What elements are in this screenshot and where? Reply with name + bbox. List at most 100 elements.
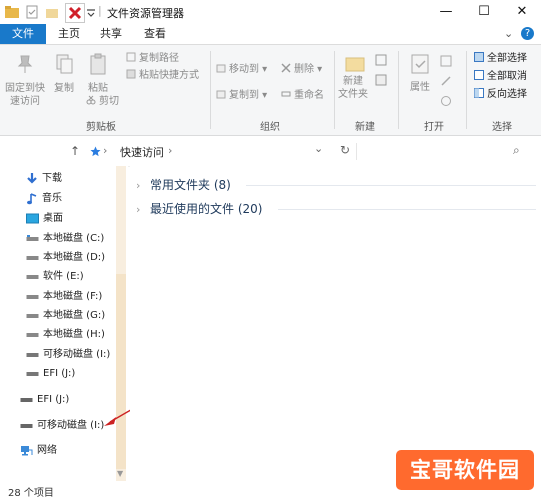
delete-quick-button[interactable] [65, 3, 85, 23]
music-icon [27, 192, 37, 204]
sidebar-item-network[interactable]: 网络 [20, 442, 57, 460]
pin-label-line1: 固定到快 [5, 83, 45, 94]
search-input[interactable]: ⌕ [356, 143, 529, 160]
sidebar-item-drive-e[interactable]: 软件 (E:) [26, 268, 84, 286]
collapse-ribbon-button[interactable]: ⌄ [504, 24, 518, 44]
sidebar-item-drive-d[interactable]: 本地磁盘 (D:) [26, 249, 105, 267]
properties-quick-icon[interactable] [24, 4, 40, 20]
paste-shortcut-button[interactable]: 粘贴快捷方式 [126, 69, 199, 83]
sidebar-item-removable-i-root[interactable]: 可移动磁盘 (I:) [20, 417, 104, 435]
sidebar-item-removable-i[interactable]: 可移动磁盘 (I:) [26, 346, 110, 364]
drive-icon [26, 371, 39, 376]
easy-access-icon[interactable] [374, 73, 388, 87]
drive-icon [20, 397, 33, 402]
customize-toolbar-icon[interactable] [86, 4, 96, 20]
up-button[interactable]: ↑ [70, 144, 80, 158]
item-count: 28 个项目 [8, 488, 54, 499]
tab-view[interactable]: 查看 [138, 24, 172, 44]
group-label-select: 选择 [492, 122, 512, 133]
group-label: 最近使用的文件 (20) [150, 202, 263, 216]
rename-button[interactable]: 重命名 [281, 89, 324, 103]
select-all-label: 全部选择 [487, 53, 527, 64]
group-label-open: 打开 [424, 122, 444, 133]
select-none-button[interactable]: 全部取消 [474, 70, 527, 84]
window-title: 文件资源管理器 [107, 7, 184, 20]
copy-path-button[interactable]: 复制路径 [126, 52, 179, 66]
sidebar-item-drive-g[interactable]: 本地磁盘 (G:) [26, 307, 105, 325]
sidebar-item-label: 网络 [37, 445, 57, 456]
scroll-down-arrow[interactable]: ▼ [117, 469, 123, 478]
move-to-button[interactable]: 移动到 ▾ [216, 63, 267, 77]
new-folder-label-line1: 新建 [343, 76, 363, 87]
sidebar-item-downloads[interactable]: 下载 [26, 170, 62, 188]
edit-icon[interactable] [440, 75, 452, 87]
select-all-button[interactable]: 全部选择 [474, 52, 527, 66]
refresh-button[interactable]: ↻ [340, 143, 350, 157]
drive-icon [26, 313, 39, 318]
invert-selection-icon [474, 88, 484, 98]
cut-button[interactable]: 剪切 [86, 95, 119, 109]
new-folder-button[interactable]: 新建 文件夹 [336, 75, 370, 101]
ribbon-divider [398, 51, 399, 129]
address-bar[interactable]: › 快速访问 › ⌄ ↻ [88, 142, 353, 160]
sidebar-item-label: 可移动磁盘 (I:) [43, 349, 111, 360]
invert-selection-button[interactable]: 反向选择 [474, 88, 527, 102]
invert-selection-label: 反向选择 [487, 89, 527, 100]
drive-icon [26, 332, 39, 337]
new-folder-quick-icon[interactable] [44, 4, 60, 20]
close-x-icon [68, 6, 82, 20]
pin-label-line2: 速访问 [10, 96, 40, 107]
pin-icon [17, 55, 33, 73]
group-label-new: 新建 [355, 122, 375, 133]
new-item-icon[interactable] [374, 53, 388, 67]
sidebar-item-efi-j[interactable]: EFI (J:) [26, 365, 75, 383]
watermark-text: 宝哥软件园 [410, 458, 520, 482]
copy-button[interactable]: 复制 [50, 52, 78, 95]
drive-icon [26, 234, 39, 241]
open-icon[interactable] [440, 55, 452, 67]
sidebar-item-label: 桌面 [43, 213, 63, 224]
folder-icon [5, 6, 19, 18]
sidebar-item-efi-j-root[interactable]: EFI (J:) [20, 391, 69, 409]
star-icon [90, 146, 101, 157]
sidebar-item-music[interactable]: 音乐 [26, 190, 62, 208]
copy-to-button[interactable]: 复制到 ▾ [216, 89, 267, 103]
tab-file[interactable]: 文件 [0, 24, 46, 44]
help-button[interactable]: ? [521, 27, 534, 40]
paste-button[interactable]: 粘贴 [84, 52, 112, 95]
group-recent-files[interactable]: › 最近使用的文件 (20) [136, 199, 262, 219]
sidebar-item-drive-h[interactable]: 本地磁盘 (H:) [26, 326, 105, 344]
sidebar-item-drive-f[interactable]: 本地磁盘 (F:) [26, 288, 102, 306]
history-icon[interactable] [440, 95, 452, 107]
maximize-button[interactable]: ☐ [465, 0, 503, 24]
sidebar-item-label: 本地磁盘 (C:) [43, 233, 105, 244]
pin-quick-access-button[interactable]: 固定到快 速访问 [4, 52, 46, 108]
paste-shortcut-icon [126, 69, 136, 79]
path-segment-quick-access[interactable]: 快速访问 [120, 144, 164, 160]
close-button[interactable]: ✕ [503, 0, 541, 24]
group-label-clipboard: 剪贴板 [86, 122, 116, 133]
drive-icon [26, 274, 39, 279]
drive-icon [20, 423, 33, 428]
drive-icon [26, 294, 39, 299]
rename-icon [281, 91, 291, 97]
sidebar-item-label: 可移动磁盘 (I:) [37, 420, 105, 431]
sidebar-item-drive-c[interactable]: 本地磁盘 (C:) [26, 230, 104, 248]
delete-button[interactable]: 删除 ▾ [281, 63, 322, 77]
minimize-button[interactable]: — [427, 0, 465, 24]
content-pane: › 常用文件夹 (8) › 最近使用的文件 (20) [130, 166, 541, 481]
chevron-right-icon: › [136, 203, 141, 216]
select-all-icon [474, 52, 484, 62]
delete-label: 删除 [294, 64, 314, 75]
tab-home[interactable]: 主页 [52, 24, 86, 44]
group-frequent-folders[interactable]: › 常用文件夹 (8) [136, 175, 231, 195]
path-separator: › [103, 144, 108, 157]
properties-button[interactable]: 属性 [406, 81, 434, 94]
sidebar-item-desktop[interactable]: 桌面 [26, 210, 63, 228]
tab-share[interactable]: 共享 [94, 24, 128, 44]
sidebar-scroll-thumb[interactable] [116, 274, 126, 469]
address-dropdown-button[interactable]: ⌄ [314, 142, 323, 155]
scissors-icon [86, 95, 96, 105]
paste-label: 粘贴 [88, 83, 108, 94]
sidebar-item-label: EFI (J:) [37, 394, 70, 405]
